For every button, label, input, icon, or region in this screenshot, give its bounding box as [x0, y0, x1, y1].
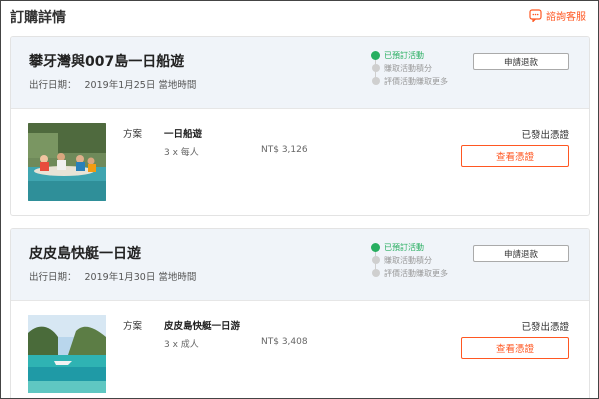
timeline-step-earn-points: 賺取活動積分: [371, 254, 432, 266]
order-card: 攀牙灣與007島一日船遊 出行日期： 2019年1月25日 當地時間 已預訂活動…: [10, 36, 590, 216]
order-card-body: 方案 皮皮島快艇一日游 3 x 成人 NT$ 3,408 已發出憑證 查看憑證: [11, 301, 589, 398]
step-pending-dot-icon: [372, 77, 380, 85]
timeline-step-review: 評價活動賺取更多: [371, 267, 448, 279]
travel-date-value: 2019年1月25日 當地時間: [84, 80, 197, 91]
travel-date-value: 2019年1月30日 當地時間: [84, 272, 197, 283]
plan-label: 方案: [123, 129, 143, 140]
travel-date: 出行日期： 2019年1月30日 當地時間: [29, 269, 196, 283]
timeline-step-earn-points: 賺取活動積分: [371, 62, 432, 74]
order-card: 皮皮島快艇一日遊 出行日期： 2019年1月30日 當地時間 已預訂活動 賺取活…: [10, 228, 590, 398]
voucher-status: 已發出憑證: [521, 322, 569, 333]
plan-name: 皮皮島快艇一日游: [164, 321, 241, 332]
plan-quantity: 3 x 每人: [164, 148, 199, 158]
plan-name: 一日船遊: [164, 129, 203, 140]
step-complete-dot-icon: [371, 50, 380, 60]
order-progress-timeline: 已預訂活動 賺取活動積分 評價活動賺取更多: [371, 49, 471, 95]
view-voucher-button[interactable]: 查看憑證: [461, 337, 569, 359]
voucher-status: 已發出憑證: [521, 130, 569, 141]
customer-service-link[interactable]: 諮詢客服: [529, 8, 586, 23]
view-voucher-button[interactable]: 查看憑證: [461, 145, 569, 167]
request-refund-button[interactable]: 申請退款: [473, 53, 569, 70]
timeline-step-booked: 已預訂活動: [371, 49, 424, 61]
order-card-header: 攀牙灣與007島一日船遊 出行日期： 2019年1月25日 當地時間 已預訂活動…: [11, 37, 589, 109]
activity-thumbnail[interactable]: [28, 123, 106, 201]
customer-service-label: 諮詢客服: [546, 12, 586, 23]
step-pending-dot-icon: [372, 64, 380, 72]
activity-title[interactable]: 攀牙灣與007島一日船遊: [29, 51, 184, 71]
plan-price: NT$ 3,408: [261, 337, 308, 347]
timeline-step-booked: 已預訂活動: [371, 241, 424, 253]
step-pending-dot-icon: [372, 256, 380, 264]
order-details-page: 訂購詳情 諮詢客服 攀牙灣與007島一日船遊 出行日期： 2019年1月25日 …: [0, 0, 599, 399]
step-pending-dot-icon: [372, 269, 380, 277]
travel-date-label: 出行日期：: [29, 80, 77, 91]
plan-price: NT$ 3,126: [261, 145, 308, 155]
activity-title[interactable]: 皮皮島快艇一日遊: [29, 243, 141, 263]
page-header: 訂購詳情 諮詢客服: [1, 1, 598, 33]
timeline-step-review: 評價活動賺取更多: [371, 75, 448, 87]
activity-thumbnail[interactable]: [28, 315, 106, 393]
page-title: 訂購詳情: [10, 10, 66, 26]
plan-label: 方案: [123, 321, 143, 332]
chat-bubble-icon: [529, 9, 542, 22]
travel-date: 出行日期： 2019年1月25日 當地時間: [29, 77, 196, 91]
plan-quantity: 3 x 成人: [164, 340, 199, 350]
order-card-body: 方案 一日船遊 3 x 每人 NT$ 3,126 已發出憑證 查看憑證: [11, 109, 589, 215]
order-progress-timeline: 已預訂活動 賺取活動積分 評價活動賺取更多: [371, 241, 471, 287]
step-complete-dot-icon: [371, 242, 380, 252]
travel-date-label: 出行日期：: [29, 272, 77, 283]
order-card-header: 皮皮島快艇一日遊 出行日期： 2019年1月30日 當地時間 已預訂活動 賺取活…: [11, 229, 589, 301]
request-refund-button[interactable]: 申請退款: [473, 245, 569, 262]
